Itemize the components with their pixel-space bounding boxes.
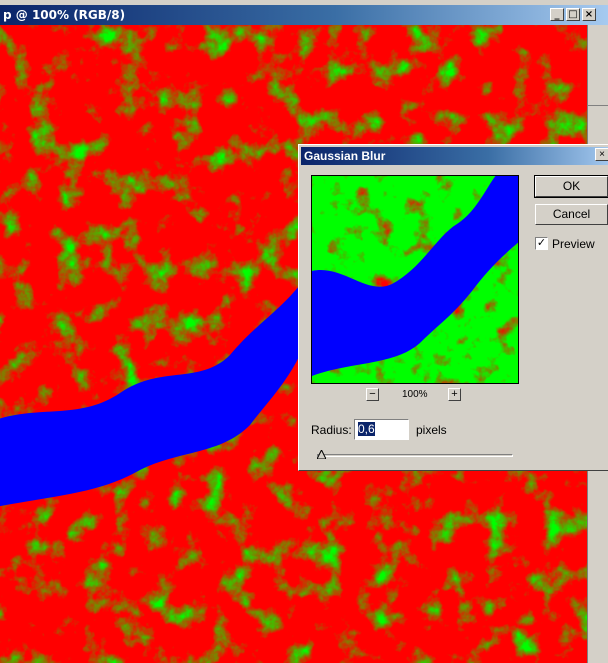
radius-value: 0,6 (358, 422, 375, 436)
zoom-controls: − 100% + (366, 388, 466, 402)
radius-unit-label: pixels (416, 423, 447, 437)
zoom-out-button[interactable]: − (366, 388, 379, 401)
preview-image (312, 176, 518, 383)
preview-label: Preview (552, 237, 595, 251)
document-titlebar[interactable]: p @ 100% (RGB/8) _ □ × (0, 5, 608, 25)
gaussian-blur-dialog: Gaussian Blur × − 100% + OK Cancel ✓ Pre… (298, 144, 608, 471)
dialog-title: Gaussian Blur (304, 149, 386, 163)
radius-input[interactable]: 0,6 (354, 419, 409, 440)
radius-label: Radius: (311, 423, 352, 437)
radius-slider-thumb[interactable] (317, 450, 326, 459)
maximize-button[interactable]: □ (566, 8, 580, 21)
ok-button[interactable]: OK (534, 175, 608, 198)
dialog-close-button[interactable]: × (595, 148, 608, 161)
window-controls: _ □ × (550, 8, 596, 21)
zoom-in-button[interactable]: + (448, 388, 461, 401)
preview-checkbox[interactable]: ✓ (535, 237, 548, 250)
document-title: p @ 100% (RGB/8) (3, 8, 126, 22)
minimize-button[interactable]: _ (550, 8, 564, 21)
radius-slider-track[interactable] (317, 454, 513, 457)
dialog-titlebar[interactable]: Gaussian Blur (301, 147, 608, 165)
cancel-button[interactable]: Cancel (535, 204, 608, 225)
zoom-level: 100% (402, 389, 428, 400)
preview-pane[interactable] (311, 175, 519, 384)
close-button[interactable]: × (582, 8, 596, 21)
